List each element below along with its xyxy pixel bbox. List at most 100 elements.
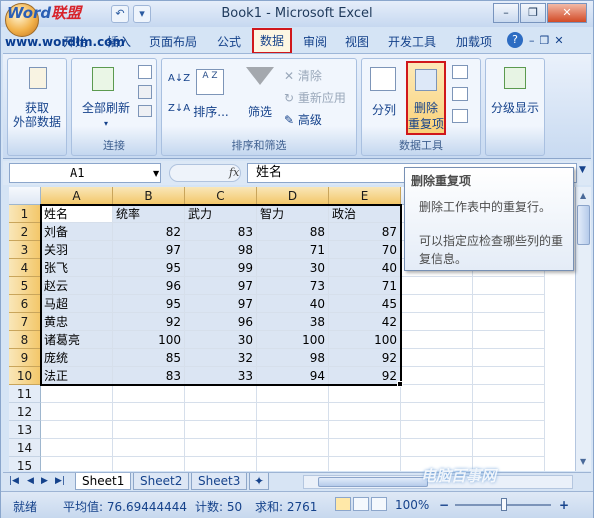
scroll-up-icon[interactable]: ▲ (580, 191, 586, 200)
what-if-icon[interactable] (452, 109, 468, 123)
cell-c4[interactable]: 99 (185, 259, 257, 277)
cell-d12[interactable] (257, 403, 329, 421)
sort-asc-icon[interactable]: A↓Z (168, 73, 190, 84)
insert-function-icon[interactable]: fx (229, 166, 239, 179)
cell-c7[interactable]: 96 (185, 313, 257, 331)
cell-a10[interactable]: 法正 (41, 367, 113, 385)
cell-a3[interactable]: 关羽 (41, 241, 113, 259)
cell-e14[interactable] (329, 439, 401, 457)
cell-d8[interactable]: 100 (257, 331, 329, 349)
row-header-1[interactable]: 1 (9, 205, 41, 223)
cell-e1[interactable]: 政治 (329, 205, 401, 223)
cell-e12[interactable] (329, 403, 401, 421)
cell-c10[interactable]: 33 (185, 367, 257, 385)
normal-view-icon[interactable] (335, 497, 351, 511)
cell-f5[interactable] (401, 277, 473, 295)
help-icon[interactable]: ? (507, 32, 523, 48)
cell-g14[interactable] (473, 439, 545, 457)
cell-g12[interactable] (473, 403, 545, 421)
cell-d6[interactable]: 40 (257, 295, 329, 313)
cell-a6[interactable]: 马超 (41, 295, 113, 313)
cell-d5[interactable]: 73 (257, 277, 329, 295)
cell-f12[interactable] (401, 403, 473, 421)
cell-c12[interactable] (185, 403, 257, 421)
connections-icon[interactable] (138, 65, 152, 79)
row-header-13[interactable]: 13 (9, 421, 41, 439)
data-validation-icon[interactable] (452, 65, 468, 79)
cell-e2[interactable]: 87 (329, 223, 401, 241)
cell-c5[interactable]: 97 (185, 277, 257, 295)
cell-b13[interactable] (113, 421, 185, 439)
first-sheet-icon[interactable]: |◀ (9, 476, 19, 486)
cell-d15[interactable] (257, 457, 329, 471)
cell-a1[interactable]: 姓名 (41, 205, 113, 223)
properties-icon[interactable] (138, 85, 152, 99)
cell-c14[interactable] (185, 439, 257, 457)
cell-c1[interactable]: 武力 (185, 205, 257, 223)
cell-e3[interactable]: 70 (329, 241, 401, 259)
cell-b9[interactable]: 85 (113, 349, 185, 367)
zoom-out-icon[interactable]: − (439, 498, 449, 512)
cell-g11[interactable] (473, 385, 545, 403)
page-break-view-icon[interactable] (371, 497, 387, 511)
row-header-12[interactable]: 12 (9, 403, 41, 421)
vertical-scroll-thumb[interactable] (577, 205, 590, 245)
column-header-c[interactable]: C (185, 187, 257, 205)
tab-page-layout[interactable]: 页面布局 (149, 33, 197, 50)
vertical-scrollbar[interactable]: ▲ ▼ (575, 187, 591, 471)
cell-g7[interactable] (473, 313, 545, 331)
cell-b4[interactable]: 95 (113, 259, 185, 277)
cell-b5[interactable]: 96 (113, 277, 185, 295)
cell-f8[interactable] (401, 331, 473, 349)
cell-d3[interactable]: 71 (257, 241, 329, 259)
sheet-tab-sheet1[interactable]: Sheet1 (75, 473, 132, 490)
cell-e7[interactable]: 42 (329, 313, 401, 331)
sheet-tab-sheet2[interactable]: Sheet2 (133, 473, 190, 490)
row-header-3[interactable]: 3 (9, 241, 41, 259)
cell-c15[interactable] (185, 457, 257, 471)
cell-d10[interactable]: 94 (257, 367, 329, 385)
filter-button[interactable]: 筛选 (240, 105, 280, 119)
row-header-5[interactable]: 5 (9, 277, 41, 295)
cell-d1[interactable]: 智力 (257, 205, 329, 223)
cell-a4[interactable]: 张飞 (41, 259, 113, 277)
fill-handle[interactable] (397, 381, 403, 387)
cell-a5[interactable]: 赵云 (41, 277, 113, 295)
cell-c6[interactable]: 97 (185, 295, 257, 313)
cell-d4[interactable]: 30 (257, 259, 329, 277)
row-header-9[interactable]: 9 (9, 349, 41, 367)
row-header-2[interactable]: 2 (9, 223, 41, 241)
name-box[interactable]: A1 (9, 163, 161, 183)
column-header-d[interactable]: D (257, 187, 329, 205)
tab-addins[interactable]: 加载项 (456, 33, 492, 50)
restore-button[interactable]: ❐ (520, 3, 546, 23)
edit-links-icon[interactable] (138, 105, 152, 117)
cell-b14[interactable] (113, 439, 185, 457)
zoom-level[interactable]: 100% (395, 498, 429, 512)
horizontal-scroll-thumb[interactable] (318, 477, 428, 487)
row-header-11[interactable]: 11 (9, 385, 41, 403)
zoom-slider-thumb[interactable] (501, 498, 507, 511)
tab-view[interactable]: 视图 (345, 33, 369, 50)
cell-c2[interactable]: 83 (185, 223, 257, 241)
cell-e8[interactable]: 100 (329, 331, 401, 349)
row-header-8[interactable]: 8 (9, 331, 41, 349)
cell-d9[interactable]: 98 (257, 349, 329, 367)
cell-f9[interactable] (401, 349, 473, 367)
cell-g13[interactable] (473, 421, 545, 439)
cell-e6[interactable]: 45 (329, 295, 401, 313)
cell-f6[interactable] (401, 295, 473, 313)
close-button[interactable]: ✕ (547, 3, 587, 23)
row-header-10[interactable]: 10 (9, 367, 41, 385)
sheet-tab-sheet3[interactable]: Sheet3 (191, 473, 248, 490)
cell-e13[interactable] (329, 421, 401, 439)
cell-e9[interactable]: 92 (329, 349, 401, 367)
cell-g9[interactable] (473, 349, 545, 367)
cell-a8[interactable]: 诸葛亮 (41, 331, 113, 349)
name-box-dropdown-icon[interactable]: ▼ (153, 169, 159, 178)
cell-a9[interactable]: 庞统 (41, 349, 113, 367)
row-header-7[interactable]: 7 (9, 313, 41, 331)
cell-f7[interactable] (401, 313, 473, 331)
cell-b2[interactable]: 82 (113, 223, 185, 241)
cell-a15[interactable] (41, 457, 113, 471)
